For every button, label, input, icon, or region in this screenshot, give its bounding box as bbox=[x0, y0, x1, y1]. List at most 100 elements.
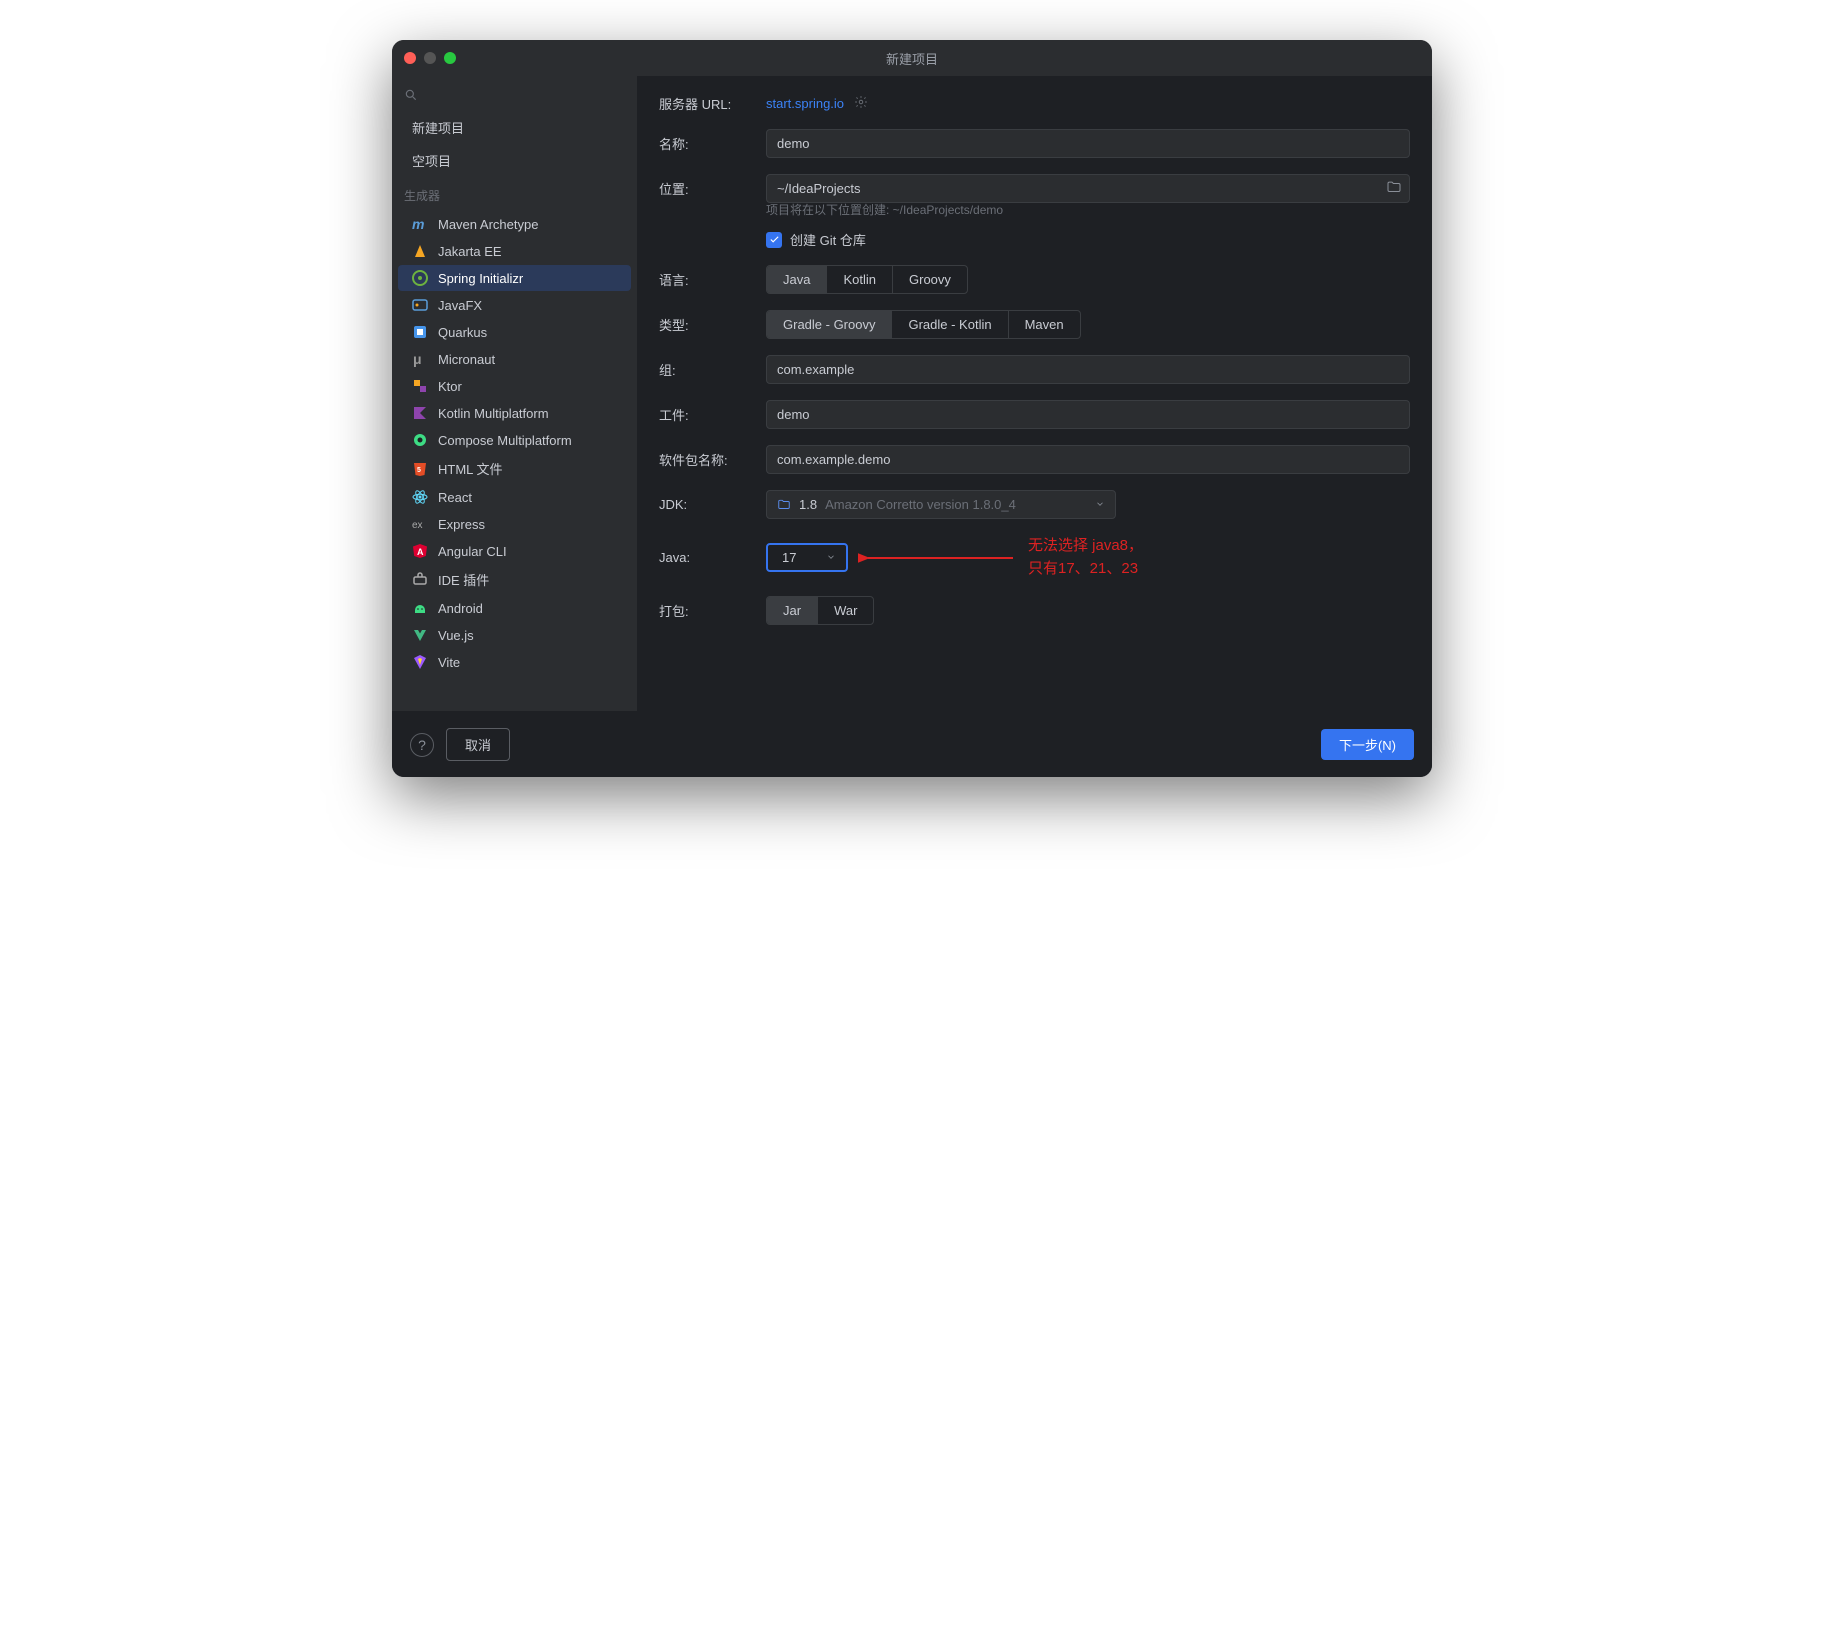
packaging-option-jar[interactable]: Jar bbox=[767, 597, 818, 624]
generator-label: JavaFX bbox=[438, 298, 482, 313]
create-git-checkbox[interactable] bbox=[766, 232, 782, 248]
jakarta-icon bbox=[412, 243, 428, 259]
express-icon: ex bbox=[412, 516, 428, 532]
generator-vite[interactable]: Vite bbox=[398, 649, 631, 675]
name-input[interactable] bbox=[766, 129, 1410, 158]
generator-label: Vite bbox=[438, 655, 460, 670]
generator-label: Express bbox=[438, 517, 485, 532]
type-label: 类型: bbox=[659, 315, 754, 334]
generator-label: React bbox=[438, 490, 472, 505]
spring-icon bbox=[412, 270, 428, 286]
language-toggle[interactable]: JavaKotlinGroovy bbox=[766, 265, 968, 294]
location-input[interactable] bbox=[766, 174, 1410, 203]
packaging-toggle[interactable]: JarWar bbox=[766, 596, 874, 625]
svg-text:ex: ex bbox=[412, 520, 423, 531]
jdk-select[interactable]: 1.8 Amazon Corretto version 1.8.0_4 bbox=[766, 490, 1116, 519]
generator-javafx[interactable]: JavaFX bbox=[398, 292, 631, 318]
group-input[interactable] bbox=[766, 355, 1410, 384]
packaging-option-war[interactable]: War bbox=[818, 597, 873, 624]
generator-html[interactable]: 5 HTML 文件 bbox=[398, 454, 631, 483]
react-icon bbox=[412, 489, 428, 505]
ide-icon bbox=[412, 572, 428, 588]
android-icon bbox=[412, 600, 428, 616]
close-window-icon[interactable] bbox=[404, 52, 416, 64]
language-option-groovy[interactable]: Groovy bbox=[893, 266, 967, 293]
angular-icon: A bbox=[412, 543, 428, 559]
chevron-down-icon bbox=[826, 550, 836, 565]
javafx-icon bbox=[412, 297, 428, 313]
annotation-arrow-icon bbox=[858, 543, 1018, 573]
create-git-label: 创建 Git 仓库 bbox=[790, 230, 866, 249]
generator-react[interactable]: React bbox=[398, 484, 631, 510]
next-button[interactable]: 下一步(N) bbox=[1321, 729, 1414, 760]
packaging-label: 打包: bbox=[659, 601, 754, 620]
java-label: Java: bbox=[659, 550, 754, 565]
generator-label: Jakarta EE bbox=[438, 244, 502, 259]
generator-spring[interactable]: Spring Initializr bbox=[398, 265, 631, 291]
artifact-input[interactable] bbox=[766, 400, 1410, 429]
package-input[interactable] bbox=[766, 445, 1410, 474]
generator-android[interactable]: Android bbox=[398, 595, 631, 621]
generator-label: Ktor bbox=[438, 379, 462, 394]
generator-label: Angular CLI bbox=[438, 544, 507, 559]
generator-ide[interactable]: IDE 插件 bbox=[398, 565, 631, 594]
generator-label: Maven Archetype bbox=[438, 217, 538, 232]
generator-ktor[interactable]: Ktor bbox=[398, 373, 631, 399]
type-option-gradle-groovy[interactable]: Gradle - Groovy bbox=[767, 311, 892, 338]
cancel-button[interactable]: 取消 bbox=[446, 728, 510, 761]
server-url-label: 服务器 URL: bbox=[659, 94, 754, 113]
generator-label: Vue.js bbox=[438, 628, 474, 643]
generator-angular[interactable]: A Angular CLI bbox=[398, 538, 631, 564]
generator-label: Compose Multiplatform bbox=[438, 433, 572, 448]
quarkus-icon bbox=[412, 324, 428, 340]
generator-vue[interactable]: Vue.js bbox=[398, 622, 631, 648]
language-option-java[interactable]: Java bbox=[767, 266, 827, 293]
vite-icon bbox=[412, 654, 428, 670]
svg-text:μ: μ bbox=[413, 351, 422, 367]
server-url-link[interactable]: start.spring.io bbox=[766, 96, 844, 111]
package-label: 软件包名称: bbox=[659, 450, 754, 469]
form-panel: 服务器 URL: start.spring.io 名称: 位置: bbox=[637, 76, 1432, 711]
svg-text:5: 5 bbox=[417, 467, 421, 474]
generator-micronaut[interactable]: μ Micronaut bbox=[398, 346, 631, 372]
generator-label: IDE 插件 bbox=[438, 570, 489, 589]
jdk-description: Amazon Corretto version 1.8.0_4 bbox=[825, 497, 1016, 512]
generator-kotlin[interactable]: Kotlin Multiplatform bbox=[398, 400, 631, 426]
help-button[interactable]: ? bbox=[410, 733, 434, 757]
generator-label: Kotlin Multiplatform bbox=[438, 406, 549, 421]
dialog-title: 新建项目 bbox=[886, 49, 938, 68]
gear-icon[interactable] bbox=[854, 95, 868, 112]
generator-quarkus[interactable]: Quarkus bbox=[398, 319, 631, 345]
java-version-value: 17 bbox=[782, 550, 796, 565]
ktor-icon bbox=[412, 378, 428, 394]
type-toggle[interactable]: Gradle - GroovyGradle - KotlinMaven bbox=[766, 310, 1081, 339]
sidebar-item-empty-project[interactable]: 空项目 bbox=[392, 144, 637, 177]
search-icon bbox=[404, 88, 418, 105]
sidebar-item-new-project[interactable]: 新建项目 bbox=[392, 111, 637, 144]
sidebar: 新建项目 空项目 生成器 mMaven ArchetypeJakarta EES… bbox=[392, 76, 637, 711]
location-label: 位置: bbox=[659, 179, 754, 198]
vue-icon bbox=[412, 627, 428, 643]
type-option-maven[interactable]: Maven bbox=[1009, 311, 1080, 338]
folder-icon[interactable] bbox=[1386, 179, 1402, 198]
minimize-window-icon[interactable] bbox=[424, 52, 436, 64]
micronaut-icon: μ bbox=[412, 351, 428, 367]
generator-maven[interactable]: m Maven Archetype bbox=[398, 211, 631, 237]
generator-label: HTML 文件 bbox=[438, 459, 503, 478]
maximize-window-icon[interactable] bbox=[444, 52, 456, 64]
window-controls bbox=[404, 52, 456, 64]
generator-label: Micronaut bbox=[438, 352, 495, 367]
chevron-down-icon bbox=[1095, 497, 1105, 512]
generator-jakarta[interactable]: Jakarta EE bbox=[398, 238, 631, 264]
sidebar-search[interactable] bbox=[392, 82, 637, 111]
new-project-dialog: 新建项目 新建项目 空项目 生成器 mMaven ArchetypeJakart… bbox=[392, 40, 1432, 777]
generator-compose[interactable]: Compose Multiplatform bbox=[398, 427, 631, 453]
jdk-version: 1.8 bbox=[799, 497, 817, 512]
java-version-select[interactable]: 17 bbox=[766, 543, 848, 572]
location-hint: 项目将在以下位置创建: ~/IdeaProjects/demo bbox=[766, 201, 1410, 218]
language-option-kotlin[interactable]: Kotlin bbox=[827, 266, 893, 293]
generator-express[interactable]: ex Express bbox=[398, 511, 631, 537]
annotation-text: 无法选择 java8， 只有17、21、23 bbox=[1028, 535, 1143, 580]
type-option-gradle-kotlin[interactable]: Gradle - Kotlin bbox=[892, 311, 1008, 338]
maven-icon: m bbox=[412, 216, 428, 232]
